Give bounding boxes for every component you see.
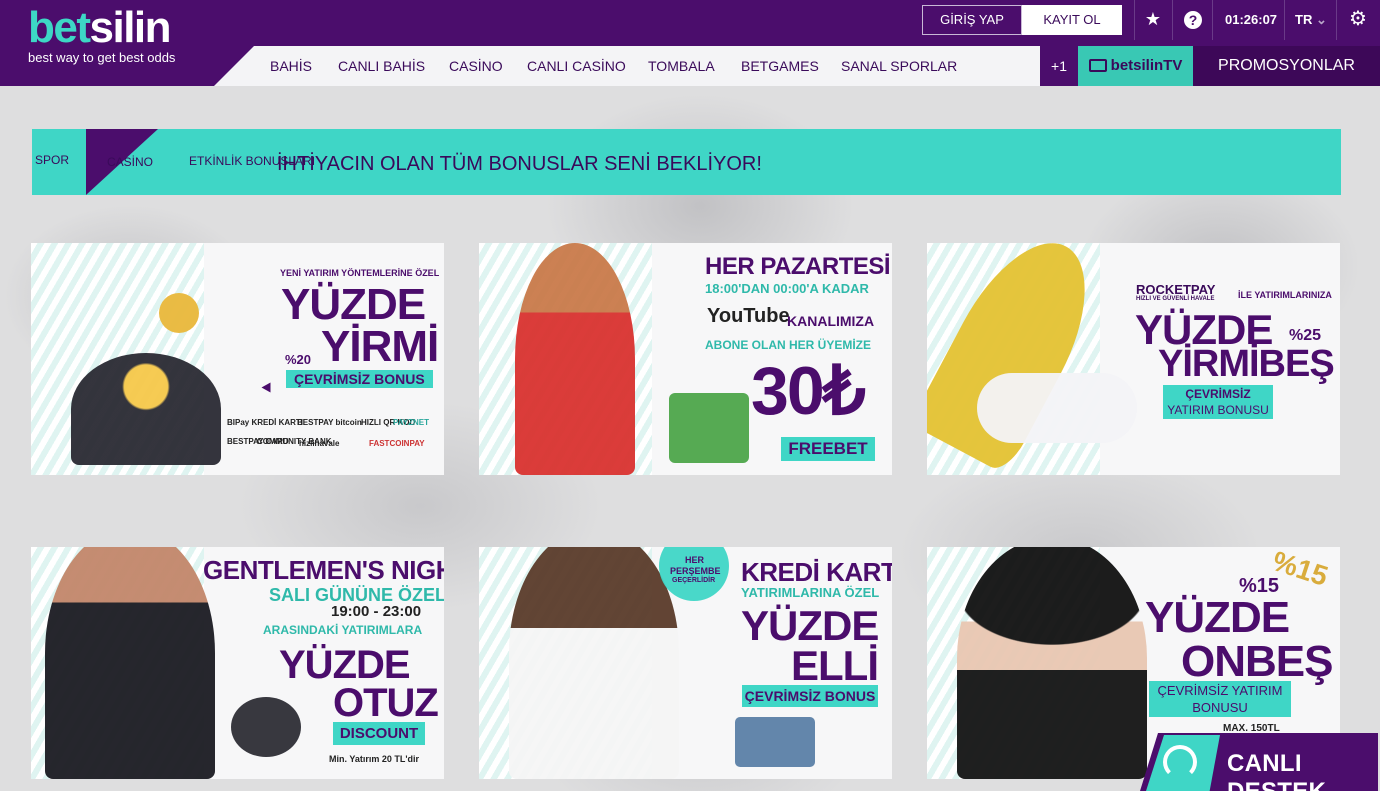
card-note: Min. Yatırım 20 TL'dir xyxy=(329,754,419,764)
badge-line-3: GEÇERLİDİR xyxy=(672,577,716,584)
tv-label: betsilinTV xyxy=(1110,57,1183,74)
cloud-image xyxy=(977,373,1137,443)
logo-tagline: best way to get best odds xyxy=(28,50,176,65)
magic-hat-image xyxy=(71,353,221,465)
badge-line: HER xyxy=(685,555,705,565)
payment-logo: hizlihavale xyxy=(299,439,340,448)
man-tuxedo-image xyxy=(45,547,215,779)
card-headline: YÜZDE xyxy=(281,280,426,329)
card-headline-2: YİRMİBEŞ xyxy=(1158,343,1335,385)
language-selector[interactable]: TR ⌄ xyxy=(1295,12,1327,28)
chip-line: ÇEVRİMSİZ xyxy=(1185,387,1251,401)
freebet-amount: 30₺ xyxy=(751,353,866,429)
woman-red-dress-image xyxy=(515,243,635,475)
nav-item-tombala[interactable]: TOMBALA xyxy=(648,46,715,86)
live-support-label[interactable]: CANLI DESTEK xyxy=(1227,750,1380,791)
bonus-chip: ÇEVRİMSİZ YATIRIM BONUSU xyxy=(1149,681,1291,717)
card-headline: YÜZDE xyxy=(1145,593,1290,642)
card-line-2: ABONE OLAN HER ÜYEMİZE xyxy=(705,338,872,352)
payment-logo: BIPay KREDİ KARTI xyxy=(227,418,304,427)
nav-item-casino[interactable]: CASİNO xyxy=(449,46,503,86)
promotions-button[interactable]: PROMOSYONLAR xyxy=(1193,46,1380,86)
deco-triangle xyxy=(261,382,271,393)
headset-icon xyxy=(1163,745,1197,779)
card-headline-3: OTUZ xyxy=(333,681,439,725)
woman-excited-image xyxy=(509,547,679,779)
card-line: ARASINDAKİ YATIRIMLARA xyxy=(263,623,423,637)
divider xyxy=(1134,0,1135,40)
payment-logo: PAYZNET xyxy=(393,418,430,427)
promo-card-youtube-freebet[interactable]: HER PAZARTESİ 18:00'DAN 00:00'A KADAR Yo… xyxy=(479,243,892,475)
site-logo[interactable]: betsilin xyxy=(28,6,172,50)
main-nav: BAHİS CANLI BAHİS CASİNO CANLI CASİNO TO… xyxy=(214,46,1040,86)
football-phone-image xyxy=(669,393,749,463)
card-headline: HER PAZARTESİ xyxy=(705,253,891,280)
divider xyxy=(1284,0,1285,40)
promo-card-gentlemens-night[interactable]: GENTLEMEN'S NIGHT SALI GÜNÜNE ÖZEL 19:00… xyxy=(31,547,444,779)
rocketpay-tagline: HIZLI VE GÜVENLİ HAVALE xyxy=(1136,296,1215,302)
divider xyxy=(1336,0,1337,40)
card-headline-2: YÜZDE xyxy=(279,643,411,687)
bonus-chip: ÇEVRİMSİZ BONUS xyxy=(286,370,433,388)
star-icon[interactable]: ★ xyxy=(1142,8,1164,30)
tab-spor[interactable]: SPOR xyxy=(35,153,69,167)
nav-item-betgames[interactable]: BETGAMES xyxy=(741,46,819,86)
nav-item-canli-bahis[interactable]: CANLI BAHİS xyxy=(338,46,425,86)
chip-line-2: BONUSU xyxy=(1192,700,1248,715)
promo-card-rocketpay[interactable]: ROCKETPAY HIZLI VE GÜVENLİ HAVALE İLE YA… xyxy=(927,243,1340,475)
card-subtitle: YATIRIMLARINA ÖZEL xyxy=(741,585,880,600)
more-nav-button[interactable]: +1 xyxy=(1040,46,1078,86)
card-time-range: 18:00'DAN 00:00'A KADAR xyxy=(705,281,869,296)
card-note: MAX. 150TL xyxy=(1223,723,1280,734)
credit-card-image xyxy=(735,717,815,767)
card-subtitle: YENİ YATIRIM YÖNTEMLERİNE ÖZEL xyxy=(280,268,440,278)
nav-item-canli-casino[interactable]: CANLI CASİNO xyxy=(527,46,626,86)
card-headline: KREDİ KARTI xyxy=(741,557,892,587)
woman-black-hat-image xyxy=(957,547,1147,779)
tv-icon xyxy=(1088,59,1107,72)
payment-logo: FASTCOINPAY xyxy=(369,439,425,448)
chip-line-2: YATIRIM BONUSU xyxy=(1167,403,1269,417)
card-line: KANALIMIZA xyxy=(787,313,875,329)
bonus-chip: ÇEVRİMSİZ YATIRIM BONUSU xyxy=(1163,385,1273,419)
chip-line: ÇEVRİMSİZ YATIRIM xyxy=(1157,683,1283,698)
tab-casino[interactable]: CASİNO xyxy=(107,155,153,169)
divider xyxy=(1212,0,1213,40)
nav-item-sanal-sporlar[interactable]: SANAL SPORLAR xyxy=(841,46,957,86)
banner-title: İHTİYACIN OLAN TÜM BONUSLAR SENİ BEKLİYO… xyxy=(277,153,762,175)
freebet-chip: FREEBET xyxy=(781,437,875,461)
card-headline-2: YİRMİ xyxy=(321,322,439,371)
betsilin-tv-button[interactable]: betsilinTV xyxy=(1078,46,1193,86)
gear-icon[interactable]: ⚙ xyxy=(1347,8,1369,30)
gold-coin-image xyxy=(159,293,199,333)
divider xyxy=(1172,0,1173,40)
payment-logo: BESTPAY bitcoin xyxy=(297,418,362,427)
chevron-down-icon: ⌄ xyxy=(1315,12,1327,27)
card-time-range: 19:00 - 23:00 xyxy=(331,603,422,620)
card-headline: GENTLEMEN'S NIGHT xyxy=(203,555,444,585)
rocketpay-logo: ROCKETPAY xyxy=(1136,282,1216,297)
bonus-chip: ÇEVRİMSİZ BONUS xyxy=(742,685,878,707)
register-button[interactable]: KAYIT OL xyxy=(1022,5,1122,35)
language-code: TR xyxy=(1295,12,1313,27)
promo-card-kredi-karti[interactable]: HER PERŞEMBE GEÇERLİDİR KREDİ KARTI YATI… xyxy=(479,547,892,779)
login-button[interactable]: GİRİŞ YAP xyxy=(922,5,1022,35)
discount-chip: DISCOUNT xyxy=(333,722,425,745)
card-headline-2: ONBEŞ xyxy=(1181,637,1333,686)
casino-chips-image xyxy=(231,697,301,757)
card-headline-3: ELLİ xyxy=(791,642,879,689)
card-headline-2: YÜZDE xyxy=(741,602,879,649)
help-icon[interactable]: ? xyxy=(1184,11,1202,29)
clock-time: 01:26:07 xyxy=(1225,12,1278,27)
card-percent: %20 xyxy=(285,352,312,367)
badge-line-2: PERŞEMBE xyxy=(670,566,721,576)
card-subtitle: İLE YATIRIMLARINIZA xyxy=(1238,290,1332,300)
top-header: betsilin best way to get best odds GİRİŞ… xyxy=(0,0,1380,86)
nav-item-bahis[interactable]: BAHİS xyxy=(270,46,312,86)
youtube-logo: YouTube xyxy=(707,305,790,327)
promo-card-yuzde-yirmi[interactable]: YENİ YATIRIM YÖNTEMLERİNE ÖZEL YÜZDE %20… xyxy=(31,243,444,475)
